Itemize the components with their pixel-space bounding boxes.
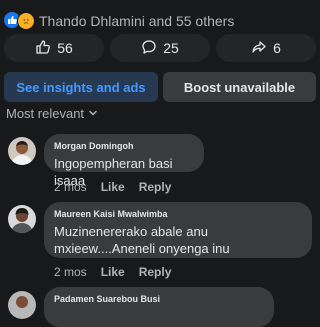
comment-meta: 2 mos Like Reply <box>54 265 171 279</box>
comment-author[interactable]: Morgan Domingoh <box>54 141 192 151</box>
shares-count-button[interactable]: 6 <box>216 34 316 62</box>
thumbs-up-icon <box>35 39 51 58</box>
comment-time[interactable]: 2 mos <box>54 265 87 279</box>
avatar[interactable] <box>8 291 36 319</box>
comment-icon <box>141 39 157 58</box>
likes-count-button[interactable]: 56 <box>4 34 104 62</box>
reply-comment-button[interactable]: Reply <box>139 180 172 194</box>
reaction-icons <box>4 12 35 30</box>
boost-button[interactable]: Boost unavailable <box>163 72 316 102</box>
post-actions: See insights and ads Boost unavailable <box>0 72 320 102</box>
comments-count-button[interactable]: 25 <box>110 34 210 62</box>
reactions-summary[interactable]: Thando Dhlamini and 55 others <box>4 10 234 32</box>
see-insights-button[interactable]: See insights and ads <box>4 72 158 102</box>
comment-meta: 2 mos Like Reply <box>54 180 171 194</box>
likes-count: 56 <box>57 40 73 56</box>
comment-author[interactable]: Maureen Kaisi Mwalwimba <box>54 209 300 219</box>
avatar[interactable] <box>8 137 36 165</box>
reply-comment-button[interactable]: Reply <box>139 265 172 279</box>
comments-count: 25 <box>163 40 179 56</box>
post-stats: 56 25 6 <box>0 34 320 62</box>
like-comment-button[interactable]: Like <box>101 265 125 279</box>
comment-bubble: Padamen Suarebou Busi <box>44 287 274 327</box>
reactions-summary-text: Thando Dhlamini and 55 others <box>39 13 235 29</box>
comment-bubble: Morgan Domingoh Ingopempheran basi isaaa <box>44 134 204 188</box>
chevron-down-icon <box>88 106 98 121</box>
like-comment-button[interactable]: Like <box>101 180 125 194</box>
sad-icon <box>17 12 35 30</box>
sort-label: Most relevant <box>6 106 85 121</box>
shares-count: 6 <box>273 40 281 56</box>
comment-author[interactable]: Padamen Suarebou Busi <box>54 294 262 304</box>
avatar[interactable] <box>8 205 36 233</box>
comment-sort-dropdown[interactable]: Most relevant <box>6 106 98 121</box>
comment-time[interactable]: 2 mos <box>54 180 87 194</box>
share-icon <box>251 39 267 58</box>
comment-bubble: Maureen Kaisi Mwalwimba Muzinenererako a… <box>44 202 312 258</box>
comment-text: Muzinenererako abale anu mxieew....Anene… <box>54 224 230 256</box>
